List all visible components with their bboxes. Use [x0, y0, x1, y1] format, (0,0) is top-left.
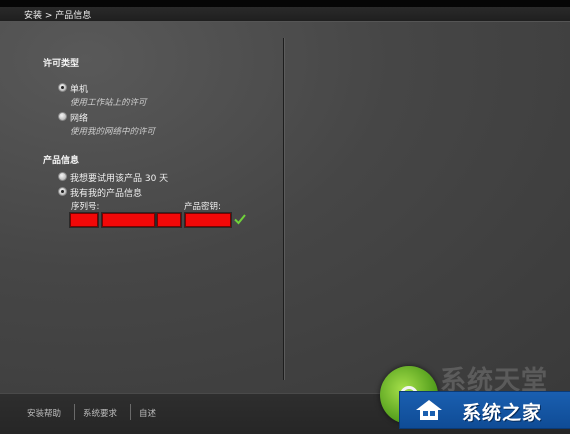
network-description: 使用我的网络中的许可: [70, 127, 156, 137]
network-radio[interactable]: [58, 112, 67, 121]
license-type-title: 许可类型: [43, 59, 80, 69]
window-top-bar: [0, 0, 570, 7]
footer-separator: [74, 404, 75, 420]
breadcrumb: 安装 > 产品信息: [24, 11, 92, 21]
serial-prefix-field[interactable]: [69, 212, 99, 228]
network-label[interactable]: 网络: [70, 111, 88, 124]
standalone-label[interactable]: 单机: [70, 82, 88, 95]
standalone-radio[interactable]: [58, 83, 67, 92]
panel-divider: [283, 38, 284, 380]
standalone-description: 使用工作站上的许可: [70, 98, 147, 108]
install-help-link[interactable]: 安装帮助: [27, 407, 61, 419]
trial-radio[interactable]: [58, 172, 67, 181]
serial-gap-redaction: [156, 212, 182, 228]
product-key-field[interactable]: [184, 212, 232, 228]
product-info-title: 产品信息: [43, 156, 80, 166]
serial-number-field[interactable]: [101, 212, 156, 228]
footer-separator: [130, 404, 131, 420]
watermark-banner-text: 系统之家: [462, 402, 543, 424]
system-requirements-link[interactable]: 系统要求: [83, 407, 117, 419]
trial-label[interactable]: 我想要试用该产品 30 天: [70, 171, 168, 184]
breadcrumb-bar: 安装 > 产品信息: [0, 7, 570, 22]
have-info-radio[interactable]: [58, 187, 67, 196]
serial-number-label: 序列号:: [71, 202, 100, 212]
watermark-banner: 系统之家: [399, 391, 570, 429]
readme-link[interactable]: 自述: [139, 407, 156, 419]
have-info-label[interactable]: 我有我的产品信息: [70, 186, 142, 199]
valid-check-icon: [234, 214, 246, 225]
product-key-label: 产品密钥:: [184, 202, 221, 212]
house-logo-icon: [416, 400, 442, 420]
